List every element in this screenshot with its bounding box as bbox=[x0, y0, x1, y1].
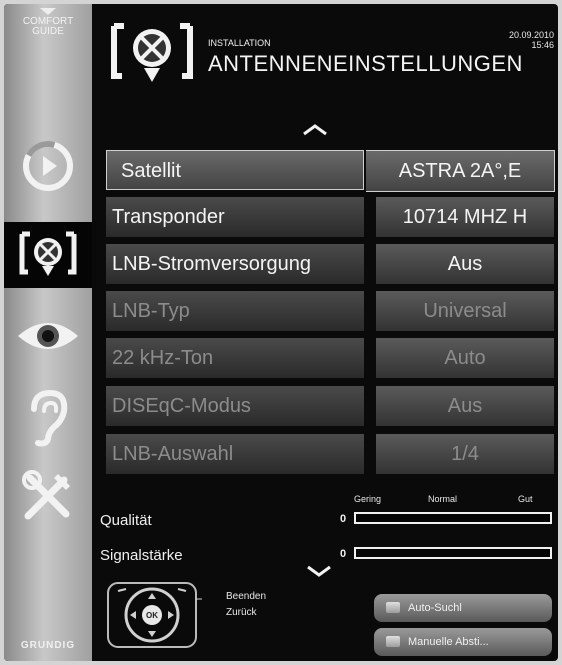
signal-strength-label: Signalstärke bbox=[100, 547, 183, 564]
auto-search-label: Auto-Suchl bbox=[408, 602, 462, 614]
meter-scale-mid: Normal bbox=[428, 494, 458, 504]
section-label: INSTALLATION bbox=[208, 38, 271, 48]
meter-scale-low: Gering bbox=[354, 494, 382, 504]
date-label: 20.09.2010 bbox=[508, 30, 554, 40]
setting-row[interactable]: Satellit ASTRA 2A°,E bbox=[106, 150, 555, 192]
scroll-down-icon[interactable] bbox=[306, 565, 332, 577]
datetime: 20.09.2010 15:46 bbox=[509, 30, 554, 50]
quality-value: 0 bbox=[340, 513, 347, 525]
setting-value[interactable]: 10714 MHZ H bbox=[376, 197, 554, 237]
satellite-dish-header-icon bbox=[111, 23, 193, 82]
main-panel: INSTALLATION ANTENNENEINSTELLUNGEN 20.09… bbox=[92, 4, 558, 661]
setting-label: DISEqC-Modus bbox=[106, 386, 364, 426]
page-title: ANTENNENEINSTELLUNGEN bbox=[208, 51, 523, 76]
quality-meter bbox=[354, 512, 552, 524]
setting-label: LNB-Stromversorgung bbox=[106, 244, 364, 284]
exit-hint: Beenden bbox=[226, 591, 267, 602]
signal-strength-meter bbox=[354, 547, 552, 559]
green-key-icon bbox=[386, 636, 400, 647]
red-key-icon bbox=[386, 602, 400, 613]
source-icon bbox=[23, 141, 73, 191]
time-label: 15:46 bbox=[531, 40, 554, 50]
ear-icon bbox=[31, 389, 68, 447]
comfort-guide-arrow-icon bbox=[40, 8, 56, 15]
comfort-guide-button[interactable]: COMFORT GUIDE bbox=[4, 4, 92, 70]
meter-scale-high: Gut bbox=[518, 494, 533, 504]
manual-adjust-label: Manuelle Absti... bbox=[408, 636, 489, 648]
sidebar-item-source[interactable] bbox=[4, 136, 92, 196]
auto-search-button[interactable]: Auto-Suchl bbox=[374, 594, 552, 622]
setting-value: Auto bbox=[376, 338, 554, 378]
manual-adjust-button[interactable]: Manuelle Absti... bbox=[374, 628, 552, 656]
comfort-guide-sidebar: COMFORT GUIDE GRUNDIG bbox=[4, 4, 92, 661]
sidebar-item-sound[interactable] bbox=[4, 388, 92, 448]
setting-row[interactable]: Transponder 10714 MHZ H bbox=[106, 197, 554, 237]
setting-label: Satellit bbox=[106, 150, 364, 190]
signal-strength-value: 0 bbox=[340, 548, 347, 560]
scroll-up-icon[interactable] bbox=[302, 124, 328, 136]
setting-row[interactable]: LNB-Stromversorgung Aus bbox=[106, 244, 554, 284]
comfort-guide-label-2: GUIDE bbox=[32, 26, 64, 37]
setting-label: 22 kHz-Ton bbox=[106, 338, 364, 378]
tools-icon bbox=[22, 470, 70, 520]
setting-value: 1/4 bbox=[376, 434, 554, 474]
back-hint: Zurück bbox=[226, 607, 257, 618]
setting-row: LNB-Typ Universal bbox=[106, 291, 554, 331]
setting-value: Universal bbox=[376, 291, 554, 331]
brand-logo: GRUNDIG bbox=[20, 640, 76, 651]
ok-key-label: OK bbox=[146, 611, 158, 620]
eye-icon bbox=[18, 323, 78, 349]
sidebar-item-picture[interactable] bbox=[4, 306, 92, 366]
sidebar-item-installation[interactable] bbox=[4, 222, 92, 288]
osd-window: COMFORT GUIDE GRUNDIG INSTALLATION ANTEN… bbox=[4, 4, 558, 661]
setting-label: LNB-Auswahl bbox=[106, 434, 364, 474]
sidebar-item-settings[interactable] bbox=[4, 466, 92, 526]
setting-label: Transponder bbox=[106, 197, 364, 237]
setting-row: LNB-Auswahl 1/4 bbox=[106, 434, 554, 474]
satellite-dish-icon bbox=[19, 231, 77, 276]
setting-row: 22 kHz-Ton Auto bbox=[106, 338, 554, 378]
setting-value[interactable]: ASTRA 2A°,E bbox=[366, 150, 555, 192]
setting-label: LNB-Typ bbox=[106, 291, 364, 331]
setting-row: DISEqC-Modus Aus bbox=[106, 386, 554, 426]
setting-value[interactable]: Aus bbox=[376, 244, 554, 284]
remote-navigation-icon: OK bbox=[107, 582, 202, 648]
quality-label: Qualität bbox=[100, 512, 152, 529]
setting-value: Aus bbox=[376, 386, 554, 426]
